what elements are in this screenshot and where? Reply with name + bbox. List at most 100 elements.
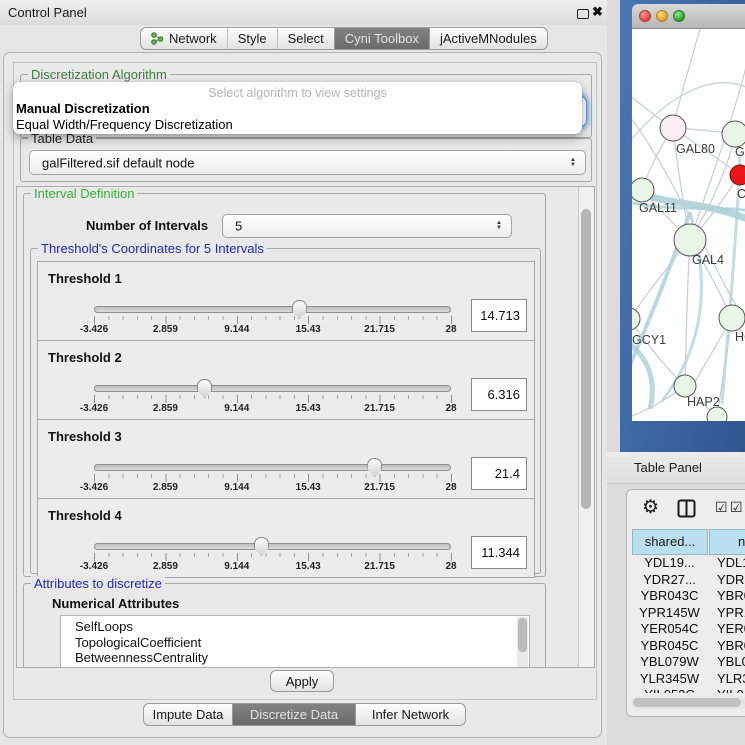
cell: YPR1	[707, 605, 745, 620]
thresholds-group-title: Threshold's Coordinates for 5 Intervals	[38, 241, 267, 256]
list-item[interactable]: TopologicalCoefficient	[61, 635, 529, 651]
column-header-name[interactable]: n	[709, 529, 745, 555]
tab-style-label: Style	[238, 27, 267, 50]
interval-definition-title: Interval Definition	[31, 186, 137, 201]
mac-zoom-button[interactable]	[673, 10, 685, 22]
cell: YDL19...	[632, 555, 707, 570]
threshold-4-slider[interactable]	[94, 543, 451, 550]
threshold-3-slider[interactable]	[94, 464, 451, 471]
table-hscrollbar-thumb[interactable]	[633, 698, 741, 707]
threshold-2-slider[interactable]	[94, 385, 451, 392]
network-graph: GAL80 GA C GAL11 GAL4 GCY1 H HAP2	[632, 29, 745, 421]
node-cut-bottom[interactable]	[707, 407, 727, 421]
threshold-panel-2: Threshold 2 -3.426 2.859 9.144 15.43 21.…	[37, 340, 535, 420]
tick-label: 9.144	[224, 324, 249, 335]
list-scrollbar[interactable]	[517, 617, 528, 668]
settings-scrollpane: Interval Definition Number of Intervals …	[16, 186, 595, 668]
number-of-intervals-label: Number of Intervals	[86, 218, 208, 233]
table-row[interactable]: YBL079WYBL0	[632, 654, 745, 671]
threshold-1-slider[interactable]	[94, 306, 451, 313]
settings-scrollbar-thumb[interactable]	[581, 209, 591, 509]
tab-select-label: Select	[288, 27, 324, 50]
checkbox-checked-icon[interactable]: ☑	[730, 499, 743, 516]
network-tab-icon	[151, 32, 164, 45]
apply-button[interactable]: Apply	[270, 670, 334, 692]
cell: YBR0	[707, 638, 745, 653]
threshold-4-value-field[interactable]: 11.344	[471, 536, 527, 569]
popup-item-manual-discretization[interactable]: Manual Discretization	[16, 101, 150, 116]
table-row[interactable]: YBR045CYBR0	[632, 638, 745, 655]
threshold-panel-3: Threshold 3 -3.426 2.859 9.144 15.43 21.…	[37, 419, 535, 499]
node-red-selected[interactable]	[730, 165, 745, 185]
node-gal11[interactable]	[632, 178, 654, 202]
node-cut-right[interactable]	[719, 305, 745, 331]
tab-discretize-data[interactable]: Discretize Data	[232, 703, 356, 726]
tick-label: 15.43	[296, 561, 321, 572]
network-canvas[interactable]: GAL80 GA C GAL11 GAL4 GCY1 H HAP2	[632, 29, 745, 421]
number-of-intervals-combobox[interactable]: 5 ▲▼	[222, 214, 512, 238]
table-row[interactable]: YBR043CYBR0	[632, 588, 745, 605]
threshold-panel-4: Threshold 4 -3.426 2.859 9.144 15.43 21.…	[37, 498, 535, 578]
table-row[interactable]: YER054CYER0	[632, 621, 745, 638]
table-panel-title: Table Panel	[634, 460, 702, 475]
table-row[interactable]: YLR345WYLR3	[632, 671, 745, 688]
tick-label: 2.859	[153, 403, 178, 414]
node-label-cut-h: H	[735, 330, 744, 344]
table-row[interactable]: YDL19...YDL1	[632, 555, 745, 572]
tab-network-label: Network	[169, 27, 217, 50]
node-cut-top-right[interactable]	[722, 121, 745, 147]
node-gal4[interactable]	[674, 224, 706, 256]
split-columns-icon[interactable]	[677, 499, 696, 523]
tab-jactivemnodules[interactable]: jActiveMNodules	[430, 27, 548, 50]
tick-label: -3.426	[80, 324, 108, 335]
mac-close-button[interactable]	[639, 10, 651, 22]
table-data-combobox[interactable]: galFiltered.sif default node ▲▼	[29, 150, 586, 175]
threshold-2-value-field[interactable]: 6.316	[471, 378, 527, 411]
close-icon[interactable]: ✖	[592, 4, 603, 20]
tick-label: 9.144	[224, 561, 249, 572]
slider-scale: -3.426 2.859 9.144 15.43 21.715 28	[94, 403, 451, 415]
tick-label: 15.43	[296, 324, 321, 335]
float-window-icon[interactable]	[577, 9, 589, 19]
table-row[interactable]: YPR145WYPR1	[632, 605, 745, 622]
threshold-3-value-field[interactable]: 21.4	[471, 457, 527, 490]
tab-cyni-toolbox[interactable]: Cyni Toolbox	[334, 27, 430, 50]
table-row[interactable]: YDR27...YDR2	[632, 572, 745, 589]
threshold-2-label: Threshold 2	[48, 350, 122, 365]
checkbox-checked-icon[interactable]: ☑	[715, 499, 728, 516]
popup-item-equal-width-frequency[interactable]: Equal Width/Frequency Discretization	[16, 117, 233, 132]
list-scrollbar-thumb[interactable]	[518, 618, 527, 652]
numerical-attributes-list[interactable]: SelfLoops TopologicalCoefficient Between…	[60, 615, 530, 668]
tick-label: 2.859	[153, 324, 178, 335]
cell: YBR045C	[632, 638, 707, 653]
tick-label: 9.144	[224, 482, 249, 493]
column-header-shared[interactable]: shared...	[632, 529, 708, 555]
list-item[interactable]: BetweennessCentrality	[61, 650, 529, 666]
threshold-1-value-field[interactable]: 14.713	[471, 299, 527, 332]
list-item[interactable]: SelfLoops	[61, 616, 529, 635]
mac-minimize-button[interactable]	[656, 10, 668, 22]
tab-infer-network[interactable]: Infer Network	[356, 703, 466, 726]
node-label-gal4: GAL4	[692, 253, 724, 267]
table-horizontal-scrollbar[interactable]	[631, 696, 745, 709]
tab-network[interactable]: Network	[140, 27, 227, 50]
tick-label: 2.859	[153, 561, 178, 572]
table-panel: ⚙ ☑ ☑ shared... n YDL19...YDL1 YDR27...Y…	[626, 489, 745, 717]
node-gcy1[interactable]	[632, 308, 640, 330]
tab-style[interactable]: Style	[227, 27, 277, 50]
settings-vertical-scrollbar[interactable]	[578, 187, 594, 667]
node-gal80[interactable]	[660, 115, 686, 141]
tick-label: 15.43	[296, 482, 321, 493]
algorithm-popup: Select algorithm to view settings Manual…	[13, 82, 582, 134]
network-view-window: GAL80 GA C GAL11 GAL4 GCY1 H HAP2	[620, 0, 745, 452]
tab-impute-data[interactable]: Impute Data	[143, 703, 232, 726]
tick-label: 28	[445, 482, 456, 493]
gear-icon[interactable]: ⚙	[642, 496, 659, 519]
node-hap2[interactable]	[674, 375, 696, 397]
attributes-group-title: Attributes to discretize	[31, 576, 165, 591]
tab-select[interactable]: Select	[277, 27, 334, 50]
numerical-attributes-label: Numerical Attributes	[52, 596, 179, 611]
tick-label: 21.715	[364, 324, 395, 335]
cell: YBR0	[707, 588, 745, 603]
table-row[interactable]: YIL052CYIL0	[632, 687, 744, 693]
